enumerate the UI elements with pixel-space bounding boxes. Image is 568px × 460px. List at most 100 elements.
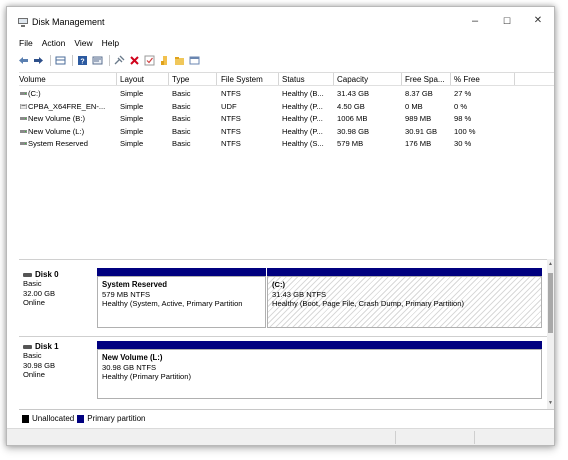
partition-size: 579 MB NTFS xyxy=(102,289,151,299)
table-row[interactable]: (C:) Simple Basic NTFS Healthy (B... 31.43 GB… xyxy=(19,88,554,100)
table-row[interactable]: CPBA_X64FRE_EN-... Simple Basic UDF Healthy … xyxy=(19,101,554,113)
disk-graphical-view: Disk 0 Basic 32.00 GB Online System Rese… xyxy=(19,259,547,407)
cell-file-system: NTFS xyxy=(221,114,241,123)
column-header-layout[interactable]: Layout xyxy=(120,75,144,84)
cell-type: Basic xyxy=(172,139,191,148)
disk-1-label[interactable]: Disk 1 Basic 30.98 GB Online xyxy=(23,342,93,380)
cell-capacity: 31.43 GB xyxy=(337,89,370,98)
disk-icon xyxy=(23,272,32,277)
cell-volume-name: New Volume (L:) xyxy=(28,126,85,136)
disk-view-scrollbar[interactable]: ▲ ▼ xyxy=(547,259,554,409)
title-bar[interactable]: Disk Management – ☐ ✕ xyxy=(7,7,554,33)
help-icon[interactable]: ? xyxy=(76,55,88,66)
properties-icon[interactable] xyxy=(91,55,103,66)
back-arrow-icon[interactable] xyxy=(17,55,29,66)
disk-0-size: 32.00 GB xyxy=(23,288,56,298)
partition-system-reserved[interactable]: System Reserved 579 MB NTFS Healthy (Sys… xyxy=(97,276,266,328)
menu-action[interactable]: Action xyxy=(42,38,66,50)
connect-icon[interactable] xyxy=(113,55,125,66)
svg-text:?: ? xyxy=(80,59,84,66)
scroll-up-arrow-icon[interactable]: ▲ xyxy=(548,262,553,267)
column-divider[interactable] xyxy=(168,73,169,85)
column-header-volume[interactable]: Volume xyxy=(19,75,46,84)
column-divider[interactable] xyxy=(278,73,279,85)
column-header-free-space[interactable]: Free Spa... xyxy=(405,75,445,84)
column-divider[interactable] xyxy=(216,73,217,85)
toolbar-separator xyxy=(50,55,51,66)
status-bar-divider xyxy=(474,431,475,444)
table-row[interactable]: System Reserved Simple Basic NTFS Healthy (S… xyxy=(19,138,554,150)
window-title: Disk Management xyxy=(32,17,105,27)
folder-icon[interactable] xyxy=(158,55,170,66)
cell-free-space: 8.37 GB xyxy=(405,89,433,98)
cell-type: Basic xyxy=(172,101,191,111)
toolbar: ? xyxy=(17,54,203,67)
column-divider[interactable] xyxy=(450,73,451,85)
column-header-capacity[interactable]: Capacity xyxy=(337,75,368,84)
menu-bar: File Action View Help xyxy=(19,38,128,50)
check-icon[interactable] xyxy=(143,55,155,66)
cell-type: Basic xyxy=(172,114,191,123)
table-row[interactable]: New Volume (B:) Simple Basic NTFS Healthy (P… xyxy=(19,113,554,125)
cell-layout: Simple xyxy=(120,139,144,148)
forward-arrow-icon[interactable] xyxy=(32,55,44,66)
cell-volume-name: System Reserved xyxy=(28,139,88,148)
maximize-button[interactable]: ☐ xyxy=(497,14,517,28)
column-header-percent-free[interactable]: % Free xyxy=(454,75,480,84)
open-folder-icon[interactable] xyxy=(173,55,185,66)
cell-layout: Simple xyxy=(120,126,144,136)
disk-management-app-icon xyxy=(18,18,28,27)
primary-partition-swatch xyxy=(77,414,85,423)
legend-unallocated: Unallocated xyxy=(32,414,75,423)
column-divider[interactable] xyxy=(401,73,402,85)
column-header-type[interactable]: Type xyxy=(172,75,189,84)
menu-view[interactable]: View xyxy=(74,38,92,50)
cell-capacity: 1006 MB xyxy=(337,114,368,123)
cell-volume-name: CPBA_X64FRE_EN-... xyxy=(28,101,106,111)
cell-volume-name: New Volume (B:) xyxy=(28,114,85,123)
scrollbar-thumb[interactable] xyxy=(548,273,553,333)
cell-type: Basic xyxy=(172,126,191,136)
partition-status: Healthy (Boot, Page File, Crash Dump, Pr… xyxy=(272,299,465,308)
console-icon[interactable] xyxy=(188,55,200,66)
column-divider[interactable] xyxy=(333,73,334,85)
cell-file-system: UDF xyxy=(221,101,237,111)
partition-title: (C:) xyxy=(272,280,286,289)
cell-capacity: 4.50 GB xyxy=(337,101,365,111)
cell-free-space: 30.91 GB xyxy=(405,126,438,136)
column-header-status[interactable]: Status xyxy=(282,75,305,84)
volume-list-header: Volume Layout Type File System Status Ca… xyxy=(19,73,554,86)
cell-volume-name: (C:) xyxy=(28,89,41,98)
partition-status: Healthy (System, Active, Primary Partiti… xyxy=(102,299,243,308)
menu-help[interactable]: Help xyxy=(102,38,119,50)
cell-capacity: 30.98 GB xyxy=(337,126,370,136)
table-row[interactable]: New Volume (L:) Simple Basic NTFS Healthy (P… xyxy=(19,126,554,138)
cell-file-system: NTFS xyxy=(221,89,241,98)
menu-file[interactable]: File xyxy=(19,38,33,50)
volume-list: Volume Layout Type File System Status Ca… xyxy=(19,72,554,255)
status-bar-divider xyxy=(395,431,396,444)
column-divider[interactable] xyxy=(514,73,515,85)
column-divider[interactable] xyxy=(116,73,117,85)
disk-list-icon[interactable] xyxy=(54,55,66,66)
partition-c-drive[interactable]: (C:) 31.43 GB NTFS Healthy (Boot, Page F… xyxy=(267,276,542,328)
cell-layout: Simple xyxy=(120,114,144,123)
disk-divider xyxy=(19,336,547,337)
delete-icon[interactable] xyxy=(128,55,140,66)
cell-status: Healthy (P... xyxy=(282,126,323,136)
partition-new-volume-l[interactable]: New Volume (L:) 30.98 GB NTFS Healthy (P… xyxy=(97,349,542,399)
minimize-button[interactable]: – xyxy=(465,14,485,28)
cell-free-space: 0 MB xyxy=(405,101,423,111)
disk-icon xyxy=(23,344,32,349)
partition-legend: Unallocated Primary partition xyxy=(19,409,554,427)
disk-0-label[interactable]: Disk 0 Basic 32.00 GB Online xyxy=(23,270,93,308)
status-bar xyxy=(7,428,554,445)
cell-percent-free: 0 % xyxy=(454,101,468,111)
disk-1-name: Disk 1 xyxy=(35,342,59,351)
column-header-file-system[interactable]: File System xyxy=(221,75,263,84)
close-button[interactable]: ✕ xyxy=(528,14,548,28)
cell-capacity: 579 MB xyxy=(337,139,364,148)
partition-status: Healthy (Primary Partition) xyxy=(102,372,192,381)
partition-title: System Reserved xyxy=(102,280,168,289)
scroll-down-arrow-icon[interactable]: ▼ xyxy=(548,401,553,406)
